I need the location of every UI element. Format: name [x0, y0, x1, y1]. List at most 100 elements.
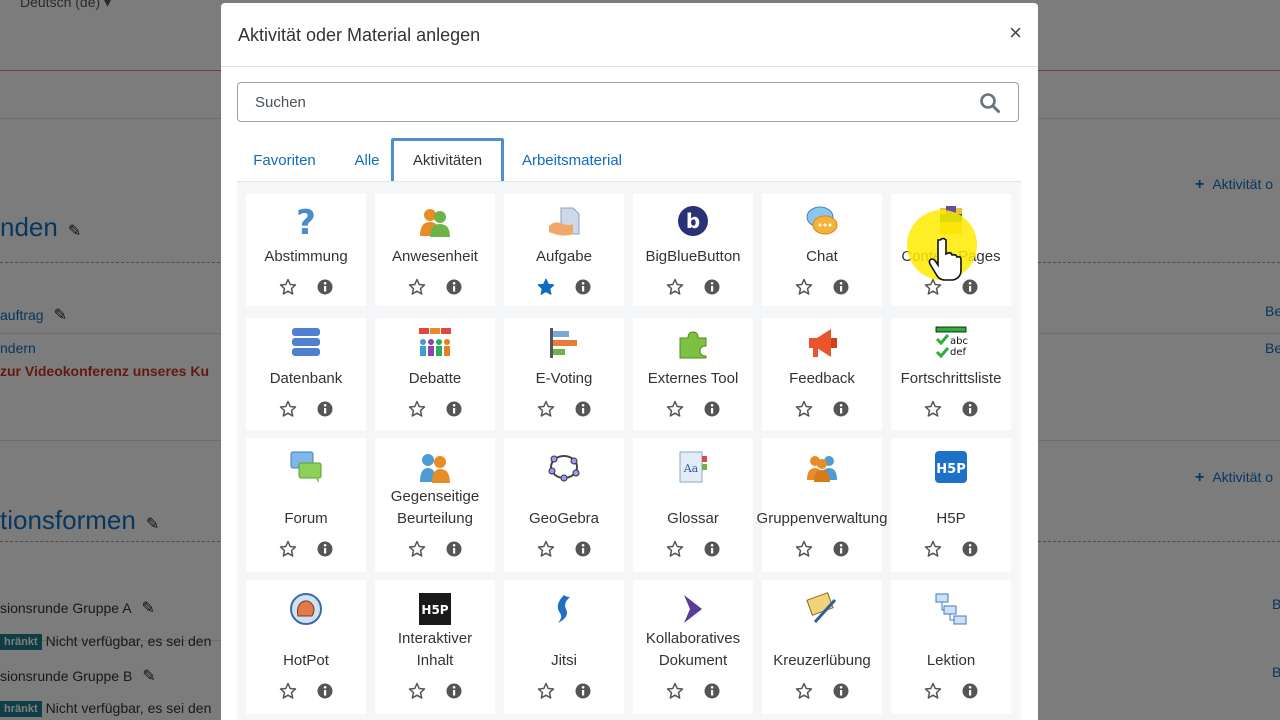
question-icon: ? [296, 204, 316, 238]
activity-card-gruppenverwaltung[interactable]: Gruppenverwaltung [756, 438, 888, 572]
activity-card-externes-tool[interactable]: Externes Tool [633, 318, 753, 430]
info-icon[interactable] [575, 683, 591, 699]
info-icon[interactable] [575, 541, 591, 557]
tab-favoriten[interactable]: Favoriten [237, 138, 332, 184]
assignment-icon [549, 207, 580, 236]
tab-aktivitaeten[interactable]: Aktivitäten [391, 138, 504, 184]
star-icon[interactable] [666, 540, 684, 558]
svg-text:Aa: Aa [683, 462, 699, 475]
activity-card-forum[interactable]: Forum [246, 438, 366, 572]
activity-card-h5p[interactable]: H5P H5P [891, 438, 1011, 572]
tab-arbeitsmaterial[interactable]: Arbeitsmaterial [517, 138, 627, 184]
activity-card-bigbluebutton[interactable]: b BigBlueButton [633, 194, 753, 306]
star-icon[interactable] [924, 682, 942, 700]
activity-name: Gruppenverwaltung [756, 510, 888, 527]
star-icon[interactable] [537, 400, 555, 418]
info-icon[interactable] [446, 401, 462, 417]
activity-card-anwesenheit[interactable]: Anwesenheit [375, 194, 495, 306]
activity-name: Interaktiver Inhalt [397, 630, 473, 669]
activity-name: E-Voting [535, 370, 593, 387]
info-icon[interactable] [704, 541, 720, 557]
star-icon[interactable] [795, 682, 813, 700]
info-icon[interactable] [833, 401, 849, 417]
activity-name: Aufgabe [536, 248, 592, 265]
star-icon[interactable] [795, 400, 813, 418]
hotpot-icon [290, 593, 322, 625]
star-icon[interactable] [666, 400, 684, 418]
info-icon[interactable] [962, 279, 978, 295]
evoting-icon [550, 328, 577, 358]
svg-text:def: def [950, 347, 967, 358]
database-icon [292, 328, 320, 356]
info-icon[interactable] [833, 541, 849, 557]
info-icon[interactable] [317, 279, 333, 295]
star-icon[interactable] [279, 278, 297, 296]
activity-card-fortschrittsliste[interactable]: abc def Fortschrittsliste [891, 318, 1011, 430]
star-icon[interactable] [666, 278, 684, 296]
info-icon[interactable] [446, 683, 462, 699]
star-icon[interactable] [279, 540, 297, 558]
svg-text:?: ? [296, 204, 316, 238]
star-filled-icon[interactable] [537, 278, 555, 296]
activity-card-kreuzerl-bung[interactable]: Kreuzerlübung [762, 580, 882, 714]
activity-card-chat[interactable]: Chat [762, 194, 882, 306]
info-icon[interactable] [317, 401, 333, 417]
info-icon[interactable] [446, 279, 462, 295]
workshop-icon [420, 454, 450, 483]
activity-card-aufgabe[interactable]: Aufgabe [504, 194, 624, 306]
info-icon[interactable] [962, 401, 978, 417]
bigbluebutton-icon: b [678, 206, 708, 236]
info-icon[interactable] [833, 279, 849, 295]
info-icon[interactable] [317, 541, 333, 557]
star-icon[interactable] [924, 540, 942, 558]
info-icon[interactable] [962, 541, 978, 557]
info-icon[interactable] [704, 401, 720, 417]
info-icon[interactable] [575, 401, 591, 417]
group-icon [807, 456, 837, 482]
info-icon[interactable] [446, 541, 462, 557]
star-icon[interactable] [279, 682, 297, 700]
star-icon[interactable] [279, 400, 297, 418]
info-icon[interactable] [704, 279, 720, 295]
tab-alle[interactable]: Alle [347, 138, 387, 184]
info-icon[interactable] [833, 683, 849, 699]
activity-card-abstimmung[interactable]: ? Abstimmung [246, 194, 366, 306]
star-icon[interactable] [408, 400, 426, 418]
search-input[interactable] [238, 83, 975, 121]
chat-icon [806, 206, 838, 235]
activity-card-gegenseitige-beurteilung[interactable]: Gegenseitige Beurteilung [375, 438, 495, 572]
star-icon[interactable] [924, 400, 942, 418]
collab-doc-icon [684, 595, 702, 623]
activity-card-e-voting[interactable]: E-Voting [504, 318, 624, 430]
activity-name: Lektion [926, 652, 976, 669]
star-icon[interactable] [666, 682, 684, 700]
info-icon[interactable] [962, 683, 978, 699]
search-icon[interactable] [980, 93, 1000, 113]
info-icon[interactable] [704, 683, 720, 699]
geogebra-icon [548, 455, 580, 482]
activity-card-jitsi[interactable]: Jitsi [504, 580, 624, 714]
info-icon[interactable] [575, 279, 591, 295]
star-icon[interactable] [537, 682, 555, 700]
attendance-icon [420, 209, 450, 237]
activity-card-datenbank[interactable]: Datenbank [246, 318, 366, 430]
star-icon[interactable] [408, 682, 426, 700]
star-icon[interactable] [795, 540, 813, 558]
activity-name: Kreuzerlübung [773, 652, 871, 669]
activity-card-debatte[interactable]: Debatte [375, 318, 495, 430]
star-icon[interactable] [795, 278, 813, 296]
activity-card-geogebra[interactable]: GeoGebra [504, 438, 624, 572]
activity-card-hotpot[interactable]: HotPot [246, 580, 366, 714]
activity-card-feedback[interactable]: Feedback [762, 318, 882, 430]
star-icon[interactable] [537, 540, 555, 558]
activity-card-lektion[interactable]: Lektion [891, 580, 1011, 714]
activity-card-kollaboratives-dokument[interactable]: Kollaboratives Dokument [633, 580, 753, 714]
activity-card-interaktiver-inhalt[interactable]: H5P Interaktiver Inhalt [375, 580, 495, 714]
activity-card-glossar[interactable]: Aa Glossar [633, 438, 753, 572]
info-icon[interactable] [317, 683, 333, 699]
close-button[interactable]: × [1009, 21, 1022, 45]
star-icon[interactable] [408, 540, 426, 558]
activity-name: Datenbank [269, 370, 343, 387]
svg-text:b: b [686, 209, 700, 233]
star-icon[interactable] [408, 278, 426, 296]
